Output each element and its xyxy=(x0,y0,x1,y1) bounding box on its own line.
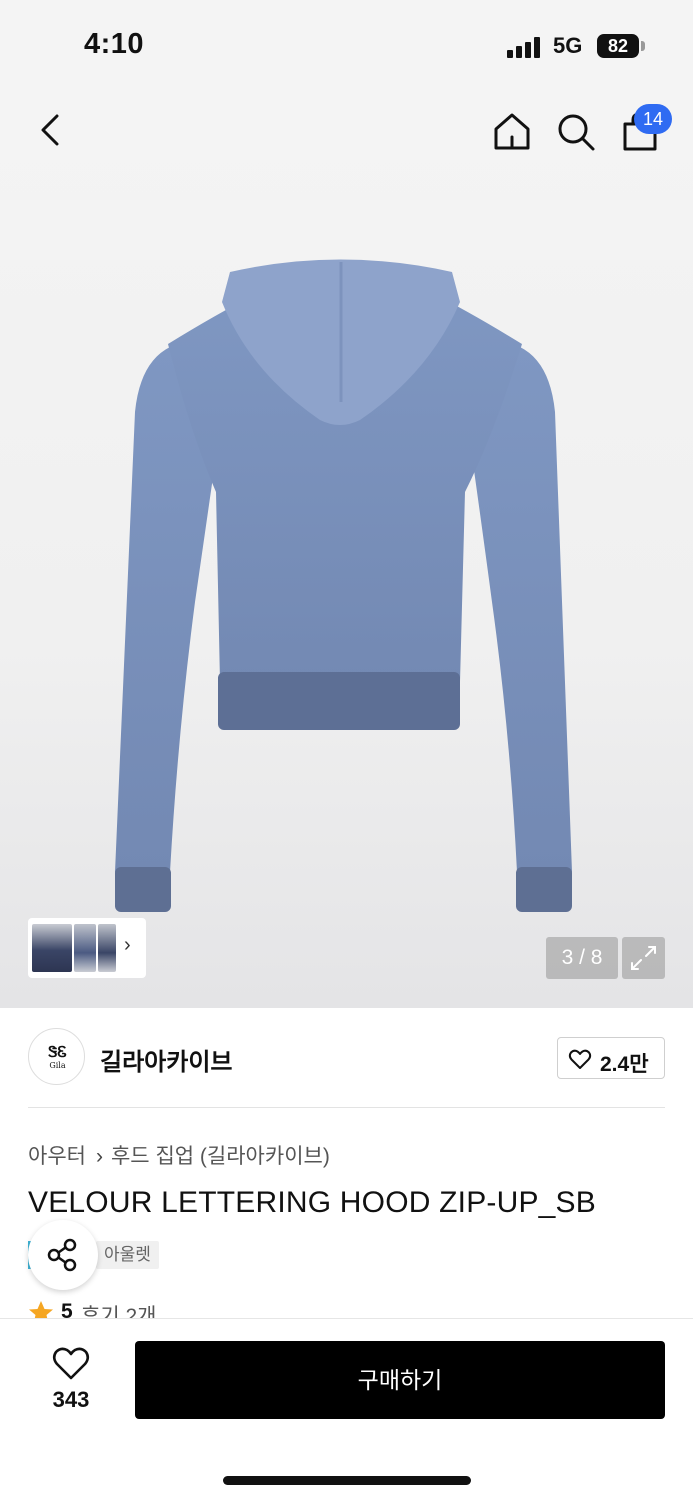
network-label: 5G xyxy=(553,33,583,58)
page-indicator: 3 / 8 xyxy=(546,937,618,979)
thumbnail-strip[interactable]: › xyxy=(28,918,146,978)
brand-name[interactable]: 길라아카이브 xyxy=(100,1042,232,1077)
product-image-gallery[interactable]: 14 › 3 / 8 xyxy=(0,92,693,1008)
bottom-action-bar: 343 구매하기 xyxy=(0,1318,693,1500)
battery-icon: 82 xyxy=(597,34,639,58)
signal-icon xyxy=(507,36,543,58)
brand-logo-mark: Gila xyxy=(49,1061,66,1070)
outlet-tag: 아울렛 xyxy=(96,1241,159,1269)
like-heart-icon[interactable] xyxy=(51,1344,91,1382)
brand-logo-mark-glyph: ᏕᏋ xyxy=(48,1043,67,1061)
brand-row[interactable]: ᏕᏋ Gila 길라아카이브 2.4만 xyxy=(0,1008,693,1108)
home-icon[interactable] xyxy=(488,108,536,156)
buy-button[interactable]: 구매하기 xyxy=(135,1341,665,1419)
breadcrumb-separator-icon: › xyxy=(95,1145,103,1168)
home-indicator xyxy=(223,1476,471,1485)
battery-tip xyxy=(641,41,645,51)
status-time: 4:10 xyxy=(84,28,145,60)
search-icon[interactable] xyxy=(552,108,600,156)
like-count: 343 xyxy=(52,1387,90,1412)
share-button[interactable] xyxy=(28,1220,98,1290)
breadcrumb-item[interactable]: 후드 집업 (길라아카이브) xyxy=(111,1145,330,1168)
status-bar: 4:10 5G 82 xyxy=(0,0,693,92)
breadcrumb: 아우터 › 후드 집업 (길라아카이브) xyxy=(28,1140,330,1170)
brand-logo[interactable]: ᏕᏋ Gila xyxy=(28,1028,85,1085)
thumbnail[interactable] xyxy=(32,924,72,972)
cart-badge: 14 xyxy=(634,104,672,134)
breadcrumb-item[interactable]: 아우터 xyxy=(28,1145,86,1168)
back-icon[interactable] xyxy=(28,106,76,154)
thumbnail[interactable] xyxy=(98,924,116,972)
product-title: VELOUR LETTERING HOOD ZIP-UP_SB xyxy=(28,1186,596,1219)
divider xyxy=(28,1107,665,1108)
follow-button[interactable]: 2.4만 xyxy=(557,1037,665,1079)
product-image xyxy=(115,259,572,912)
chevron-right-icon[interactable]: › xyxy=(124,934,131,957)
share-icon xyxy=(47,1238,77,1272)
heart-icon xyxy=(568,1049,592,1069)
thumbnail[interactable] xyxy=(74,924,96,972)
expand-icon[interactable] xyxy=(622,937,665,979)
follow-count: 2.4만 xyxy=(600,1053,649,1076)
